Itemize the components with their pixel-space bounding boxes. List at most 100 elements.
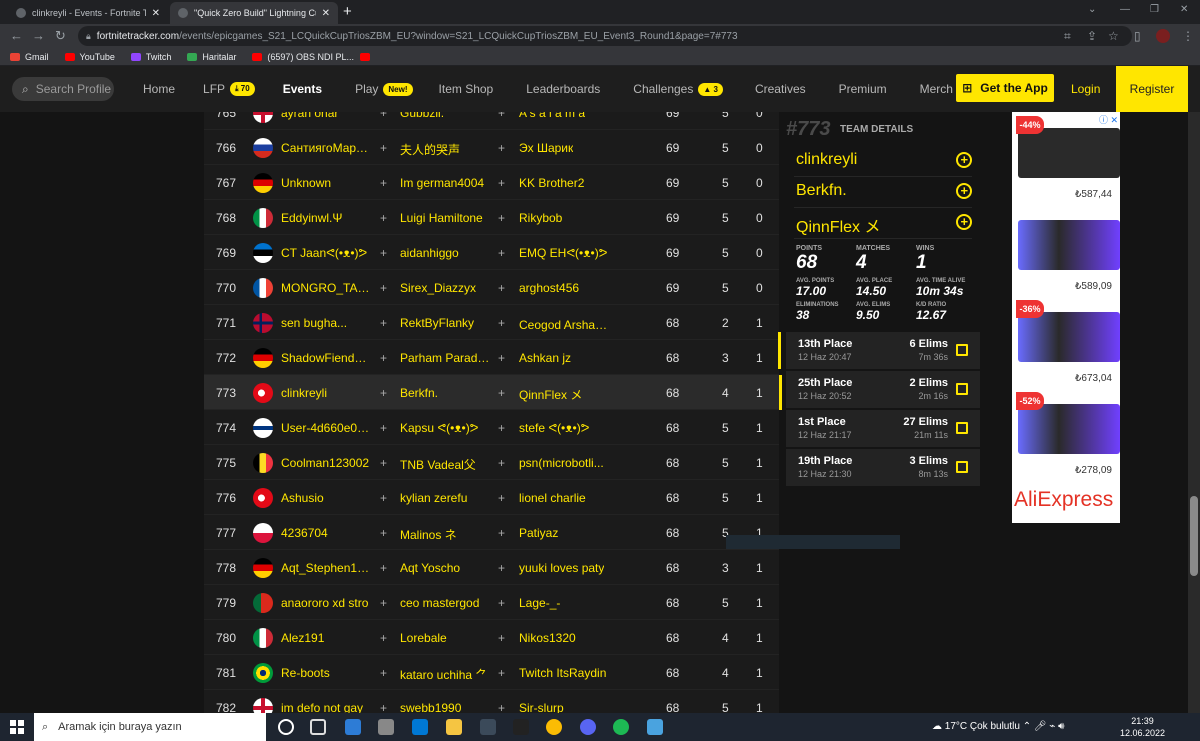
store-icon[interactable] bbox=[378, 719, 394, 735]
match-card[interactable]: 25th Place 12 Haz 20:52 2 Elims 2m 16s bbox=[786, 371, 980, 408]
player-name[interactable]: 夫人的哭声 bbox=[400, 141, 460, 158]
player-name[interactable]: Berkfn. bbox=[400, 386, 438, 400]
player-name[interactable]: Eddyinwl.Ψ bbox=[281, 211, 342, 225]
back-icon[interactable]: ← bbox=[10, 28, 23, 43]
player-name[interactable]: Ashkan jz bbox=[519, 351, 571, 365]
browser-tab-active[interactable]: "Quick Zero Build" Lightning Cup ✕ bbox=[170, 2, 338, 24]
match-card[interactable]: 19th Place 12 Haz 21:30 3 Elims 8m 13s bbox=[786, 449, 980, 486]
table-row[interactable]: 776 Ashusio + kylian zerefu + lionel charlie 6… bbox=[204, 480, 779, 515]
player-name[interactable]: QinnFlex メ bbox=[519, 386, 582, 403]
player-name[interactable]: ayran ohar bbox=[281, 112, 338, 120]
reload-icon[interactable]: ↻ bbox=[55, 28, 66, 44]
cortana-icon[interactable] bbox=[278, 719, 294, 735]
team-member[interactable]: QinnFlex メ + bbox=[794, 208, 972, 239]
ad-product[interactable]: -36% ₺673,04 bbox=[1016, 296, 1120, 388]
address-bar[interactable]: 🔒︎ fortnitetracker.com/events/epicgames_… bbox=[78, 26, 1132, 46]
table-row[interactable]: 775 Coolman123002 + TNB Vadeal父 + psn(microbo… bbox=[204, 445, 779, 480]
player-name[interactable]: A s a l a m a bbox=[519, 112, 585, 120]
player-name[interactable]: Kapsu ᕙ(•ᴥ•)ᕗ bbox=[400, 421, 478, 435]
player-name[interactable]: 4236704 bbox=[281, 526, 328, 540]
player-name[interactable]: Эх Шарик bbox=[519, 141, 573, 155]
taskbar-search-input[interactable]: ⌕ Aramak için buraya yazın bbox=[34, 713, 266, 741]
player-name[interactable]: arghost456 bbox=[519, 281, 579, 295]
player-name[interactable]: aidanhiggo bbox=[400, 246, 459, 260]
sidebar-icon[interactable]: ▯ bbox=[1134, 29, 1141, 43]
ad-banner[interactable]: ⓘ ✕ -44% ₺587,44 ₺589,09 -36% ₺673,04 -52%… bbox=[1012, 112, 1120, 523]
nav-home[interactable]: Home bbox=[143, 82, 175, 96]
table-row[interactable]: 779 anaororo xd stro + ceo mastergod + Lage-_… bbox=[204, 585, 779, 620]
login-link[interactable]: Login bbox=[1071, 82, 1100, 96]
translate-icon[interactable]: ⌗ bbox=[1064, 29, 1071, 44]
nav-premium[interactable]: Premium bbox=[839, 82, 887, 96]
table-row[interactable]: 768 Eddyinwl.Ψ + Luigi Hamiltone + Rikybob 69 5… bbox=[204, 200, 779, 235]
nav-item-shop[interactable]: Item Shop bbox=[439, 82, 494, 96]
table-row[interactable]: 781 Re-boots + kataro uchiha ⺈ + Twitch ItsRa… bbox=[204, 655, 779, 690]
team-member[interactable]: clinkreyli + bbox=[794, 146, 972, 177]
player-name[interactable]: Ceogod Arshak么 bbox=[519, 316, 609, 333]
bookmark-obs[interactable]: (6597) OBS NDI PL... bbox=[252, 52, 375, 62]
player-name[interactable]: Lage-_- bbox=[519, 596, 560, 610]
ad-product[interactable]: -44% ₺587,44 bbox=[1016, 112, 1120, 204]
table-row[interactable]: 777 4236704 + Malinos ネ + Patiyaz 68 5 1 bbox=[204, 515, 779, 550]
menu-dots-icon[interactable]: ⋮ bbox=[1182, 29, 1194, 43]
player-name[interactable]: Rikybob bbox=[519, 211, 562, 225]
get-the-app-button[interactable]: ⊞ Get the App bbox=[956, 74, 1054, 102]
add-player-icon[interactable]: + bbox=[956, 183, 972, 199]
player-name[interactable]: Luigi Hamiltone bbox=[400, 211, 483, 225]
start-button[interactable] bbox=[10, 720, 24, 734]
open-external-icon[interactable] bbox=[956, 422, 968, 434]
share-icon[interactable]: ⇪ bbox=[1087, 29, 1097, 43]
player-name[interactable]: yuuki loves paty bbox=[519, 561, 604, 575]
task-view-icon[interactable] bbox=[310, 719, 326, 735]
player-name[interactable]: Twitch ItsRaydin bbox=[519, 666, 606, 680]
bookmark-maps[interactable]: Haritalar bbox=[187, 52, 236, 62]
player-name[interactable]: Sir-slurp bbox=[519, 701, 564, 713]
nav-play[interactable]: Play New! bbox=[355, 82, 413, 96]
table-row[interactable]: 771 sen bugha... + RektByFlanky + Ceogod Ars… bbox=[204, 305, 779, 340]
player-name[interactable]: Aqt Yoscho bbox=[400, 561, 460, 575]
player-name[interactable]: Nikos1320 bbox=[519, 631, 576, 645]
table-row[interactable]: 772 ShadowFiend_ttv + Parham Paradox + Ashkan… bbox=[204, 340, 779, 375]
player-name[interactable]: Alez191 bbox=[281, 631, 324, 645]
ad-product[interactable]: -52% ₺278,09 bbox=[1016, 388, 1120, 480]
player-name[interactable]: Im german4004 bbox=[400, 176, 484, 190]
nav-creatives[interactable]: Creatives bbox=[755, 82, 806, 96]
scrollbar-thumb[interactable] bbox=[1190, 496, 1198, 576]
bookmark-youtube[interactable]: YouTube bbox=[64, 52, 115, 62]
player-name[interactable]: anaororo xd stro bbox=[281, 596, 368, 610]
ad-product[interactable]: ₺589,09 bbox=[1016, 204, 1120, 296]
table-row[interactable]: 778 Aqt_Stephen1408 + Aqt Yoscho + yuuki love… bbox=[204, 550, 779, 585]
table-row[interactable]: 769 CT Jaanᕙ(•ᴥ•)ᕗ + aidanhiggo + EMQ EHᕙ(•ᴥ•… bbox=[204, 235, 779, 270]
player-name[interactable]: psn(microbotli... bbox=[519, 456, 604, 470]
player-name[interactable]: stefe ᕙ(•ᴥ•)ᕗ bbox=[519, 421, 589, 435]
player-name[interactable]: EMQ EHᕙ(•ᴥ•)ᕗ bbox=[519, 246, 607, 260]
register-button[interactable]: Register bbox=[1116, 66, 1188, 112]
close-tab-icon[interactable]: ✕ bbox=[152, 8, 160, 19]
team-member[interactable]: Berkfn. + bbox=[794, 177, 972, 208]
bookmark-twitch[interactable]: Twitch bbox=[130, 52, 171, 62]
player-name[interactable]: Lorebale bbox=[400, 631, 447, 645]
player-name[interactable]: Re-boots bbox=[281, 666, 330, 680]
table-row[interactable]: 765 ayran ohar + Gubbzii. + A s a l a m a 69 5 0 bbox=[204, 112, 779, 130]
profile-avatar[interactable] bbox=[1156, 29, 1170, 43]
forward-icon[interactable]: → bbox=[32, 28, 45, 43]
bookmark-star-icon[interactable]: ☆ bbox=[1108, 29, 1119, 43]
player-name[interactable]: ShadowFiend_ttv bbox=[281, 351, 371, 365]
fortnite-tracker-icon[interactable] bbox=[647, 719, 663, 735]
page-scrollbar[interactable] bbox=[1188, 112, 1200, 713]
restore-icon[interactable]: ❐ bbox=[1150, 4, 1159, 15]
minimize-icon[interactable]: — bbox=[1120, 4, 1130, 15]
close-window-icon[interactable]: ✕ bbox=[1180, 4, 1188, 15]
spotify-icon[interactable] bbox=[613, 719, 629, 735]
player-name[interactable]: СантиягоМарч... bbox=[281, 141, 371, 155]
browser-tab[interactable]: clinkreyli - Events - Fortnite Track ✕ bbox=[8, 2, 168, 24]
player-name[interactable]: User-4d660e0959 bbox=[281, 421, 371, 435]
player-name[interactable]: Parham Paradox bbox=[400, 351, 490, 365]
close-tab-icon[interactable]: ✕ bbox=[322, 8, 330, 19]
player-name[interactable]: Aqt_Stephen1408 bbox=[281, 561, 371, 575]
open-external-icon[interactable] bbox=[956, 383, 968, 395]
weather-text[interactable]: 17°C Çok bulutlu bbox=[945, 721, 1020, 732]
player-name[interactable]: TNB Vadeal父 bbox=[400, 456, 476, 473]
player-name[interactable]: Ashusio bbox=[281, 491, 324, 505]
open-external-icon[interactable] bbox=[956, 344, 968, 356]
